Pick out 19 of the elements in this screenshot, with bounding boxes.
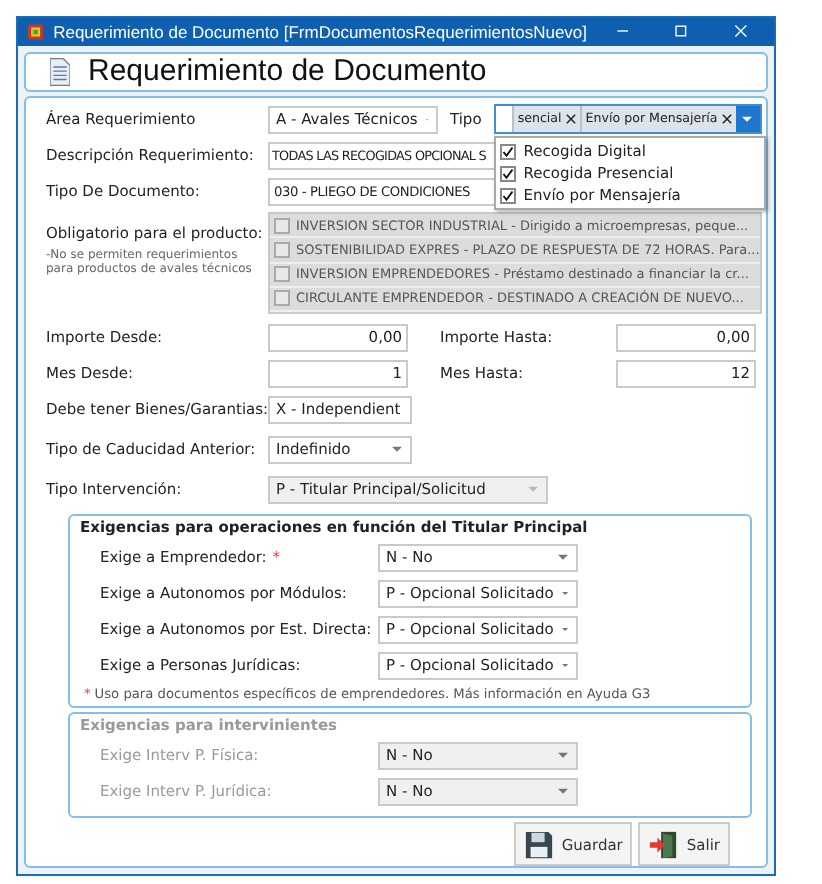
checkbox[interactable] <box>499 143 516 159</box>
maximize-icon[interactable] <box>674 22 689 41</box>
caret-icon <box>742 115 753 123</box>
caret-icon <box>558 751 568 759</box>
checkbox[interactable] <box>499 165 516 181</box>
caret-icon <box>392 445 402 453</box>
app-icon <box>28 21 44 42</box>
document-icon <box>50 57 70 86</box>
caret-icon <box>558 787 568 795</box>
close-icon[interactable] <box>734 22 748 41</box>
remove-icon[interactable] <box>565 114 576 124</box>
exit-door-icon <box>648 829 679 859</box>
remove-icon[interactable] <box>721 114 732 124</box>
checkbox[interactable] <box>499 187 516 203</box>
caret-icon <box>558 553 568 561</box>
dropdown-button[interactable] <box>735 106 760 132</box>
window-title: Requerimiento de Documento [FrmDocumentosRequerimientosNuevo] <box>53 21 588 42</box>
form-title: Requerimiento de Documento <box>88 54 487 89</box>
caret-icon <box>528 485 538 493</box>
